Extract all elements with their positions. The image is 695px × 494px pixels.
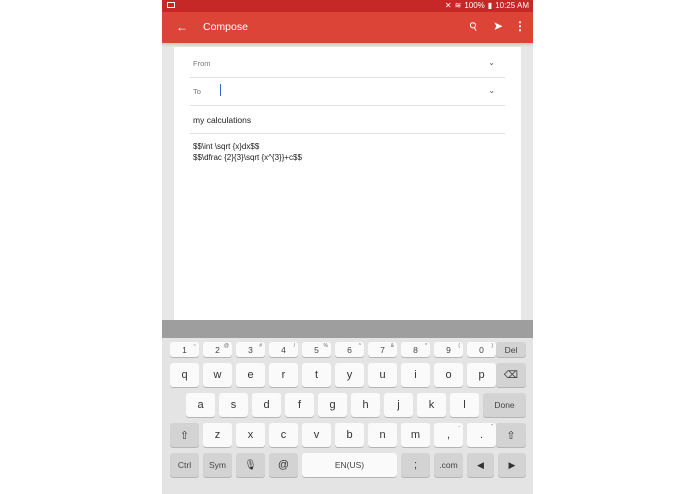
chevron-down-icon[interactable]: ⌄ — [488, 58, 495, 67]
to-label: To — [193, 87, 201, 96]
more-options-icon[interactable]: ⋮ — [514, 19, 526, 33]
key-a[interactable]: a — [186, 393, 215, 417]
shift-key-left[interactable]: ⇧ — [170, 423, 199, 447]
key-k[interactable]: k — [417, 393, 446, 417]
key-h[interactable]: h — [351, 393, 380, 417]
cursor-left-key[interactable]: ◀ — [467, 453, 494, 477]
space-key[interactable]: EN(US) — [302, 453, 397, 477]
wifi-icon: ≋ — [454, 1, 462, 10]
key-t[interactable]: t — [302, 363, 331, 387]
key-2[interactable]: 2 @ — [203, 342, 232, 357]
battery-icon: ▮ — [487, 1, 493, 10]
keyboard: 1 ~ 2 @ 3 # 4/ 5% 6 ^ 7 & 8 * 9( 0) Del q w e … — [162, 338, 533, 494]
status-bar: ✕ ≋ 100% ▮ 10:25 AM — [162, 0, 533, 12]
subject-field[interactable]: my calculations — [190, 106, 505, 134]
battery-percent: 100% — [464, 1, 485, 10]
ctrl-key[interactable]: Ctrl — [170, 453, 199, 477]
attach-icon[interactable]: ⚲ — [467, 19, 481, 35]
app-bar: ← Compose ⚲ ➤ ⋮ — [162, 12, 533, 43]
key-0[interactable]: 0) — [467, 342, 496, 357]
key-at[interactable]: @ — [269, 453, 298, 477]
device-screen: ✕ ≋ 100% ▮ 10:25 AM ← Compose ⚲ ➤ ⋮ From… — [162, 0, 533, 494]
backspace-key[interactable]: ⌫ — [496, 363, 526, 387]
sym-key[interactable]: Sym — [203, 453, 232, 477]
key-8[interactable]: 8 * — [401, 342, 430, 357]
from-field[interactable]: From ⌄ — [190, 50, 505, 78]
key-7[interactable]: 7 & — [368, 342, 397, 357]
key-g[interactable]: g — [318, 393, 347, 417]
key-m[interactable]: m — [401, 423, 430, 447]
key-period[interactable]: . " — [467, 423, 496, 447]
body-line: $$\int \sqrt {x}dx$$ — [193, 142, 260, 151]
done-key[interactable]: Done — [483, 393, 526, 417]
key-n[interactable]: n — [368, 423, 397, 447]
shift-key-right[interactable]: ⇧ — [496, 423, 526, 447]
right-arrow-icon: ▶ — [508, 459, 516, 470]
key-q[interactable]: q — [170, 363, 199, 387]
key-z[interactable]: z — [203, 423, 232, 447]
key-s[interactable]: s — [219, 393, 248, 417]
page-title: Compose — [203, 21, 248, 33]
key-6[interactable]: 6 ^ — [335, 342, 364, 357]
key-l[interactable]: l — [450, 393, 479, 417]
left-arrow-icon: ◀ — [477, 459, 484, 470]
to-field[interactable]: To ⌄ — [190, 78, 505, 106]
key-4[interactable]: 4/ — [269, 342, 298, 357]
key-5[interactable]: 5% — [302, 342, 331, 357]
subject-text: my calculations — [193, 115, 252, 125]
key-o[interactable]: o — [434, 363, 463, 387]
shift-icon: ⇧ — [179, 429, 190, 442]
key-u[interactable]: u — [368, 363, 397, 387]
compose-card: From ⌄ To ⌄ my calculations $$\int \sqrt… — [174, 47, 521, 320]
key-3[interactable]: 3 # — [236, 342, 265, 357]
key-w[interactable]: w — [203, 363, 232, 387]
cursor-right-key[interactable]: ▶ — [498, 453, 526, 477]
screenshot-notification-icon — [167, 2, 175, 8]
key-comma[interactable]: ,- — [434, 423, 463, 447]
dotcom-key[interactable]: .com — [434, 453, 463, 477]
key-semicolon[interactable]: ; — [401, 453, 430, 477]
voice-input-key[interactable]: 🎙 — [236, 453, 265, 477]
key-c[interactable]: c — [269, 423, 298, 447]
shift-icon: ⇧ — [506, 429, 516, 442]
key-j[interactable]: j — [384, 393, 413, 417]
chevron-down-icon[interactable]: ⌄ — [488, 86, 495, 95]
key-x[interactable]: x — [236, 423, 265, 447]
key-r[interactable]: r — [269, 363, 298, 387]
key-i[interactable]: i — [401, 363, 430, 387]
key-e[interactable]: e — [236, 363, 265, 387]
key-p[interactable]: p — [467, 363, 496, 387]
back-arrow-icon[interactable]: ← — [176, 20, 188, 34]
key-y[interactable]: y — [335, 363, 364, 387]
keyboard-toolbar — [162, 320, 533, 338]
microphone-icon: 🎙 — [244, 459, 257, 471]
clock: 10:25 AM — [495, 1, 529, 10]
key-d[interactable]: d — [252, 393, 281, 417]
key-9[interactable]: 9( — [434, 342, 463, 357]
message-body[interactable]: $$\int \sqrt {x}dx$$ $$\dfrac {2}{3}\sqr… — [193, 142, 302, 163]
delete-key[interactable]: Del — [496, 342, 526, 357]
mute-icon: ✕ — [444, 1, 452, 10]
send-icon[interactable]: ➤ — [493, 19, 503, 33]
key-f[interactable]: f — [285, 393, 314, 417]
key-1[interactable]: 1 ~ — [170, 342, 199, 357]
body-line: $$\dfrac {2}{3}\sqrt {x^{3}}+c$$ — [193, 152, 302, 162]
backspace-icon: ⌫ — [503, 369, 519, 381]
text-cursor — [220, 84, 221, 96]
from-label: From — [193, 59, 211, 68]
key-b[interactable]: b — [335, 423, 364, 447]
key-v[interactable]: v — [302, 423, 331, 447]
